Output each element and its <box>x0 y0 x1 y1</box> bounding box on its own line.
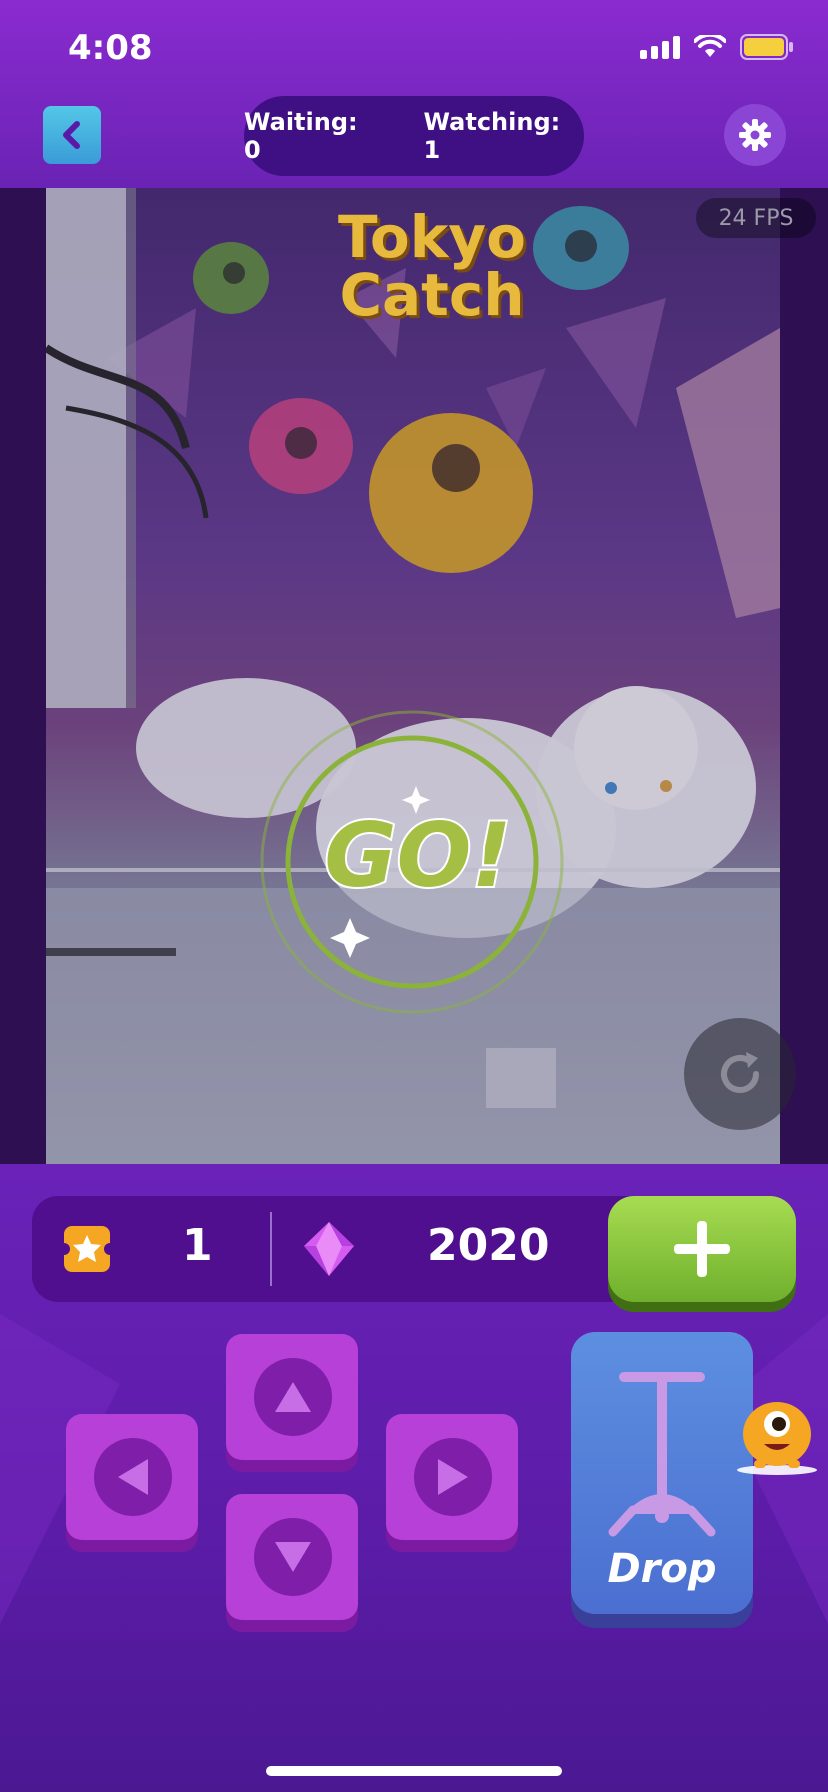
fps-badge: 24 FPS <box>696 198 816 238</box>
arrow-down-icon <box>275 1542 311 1572</box>
wallet-bar: 1 2020 <box>32 1196 796 1302</box>
back-button[interactable] <box>43 106 101 164</box>
refresh-camera-button[interactable] <box>684 1018 796 1130</box>
go-text: GO! <box>324 804 511 907</box>
add-currency-button[interactable] <box>608 1196 796 1302</box>
gem-icon <box>304 1222 354 1276</box>
gem-count: 2020 <box>427 1220 550 1271</box>
gear-icon <box>739 119 771 151</box>
status-time: 4:08 <box>68 28 153 68</box>
video-dim-overlay <box>46 188 780 1164</box>
controls-panel: 1 2020 Drop <box>0 1164 828 1792</box>
watching-count: Watching: 1 <box>423 108 561 164</box>
mascot-monster-icon <box>737 1402 817 1475</box>
status-icons <box>640 34 794 60</box>
claw-icon <box>608 1372 716 1537</box>
claw-machine-video: Tokyo Catch <box>46 188 780 1164</box>
plus-icon <box>674 1221 730 1277</box>
chevron-left-icon <box>63 121 80 149</box>
dpad-up-button[interactable] <box>226 1334 358 1460</box>
arrow-right-icon <box>438 1459 468 1495</box>
viewer-count-pill: Waiting: 0 Watching: 1 <box>244 96 584 176</box>
wifi-icon <box>694 35 726 59</box>
ticket-count: 1 <box>182 1220 213 1271</box>
dpad-left-button[interactable] <box>66 1414 198 1540</box>
cellular-signal-icon <box>640 35 680 59</box>
home-indicator[interactable] <box>266 1766 562 1776</box>
top-bar: 4:08 Waiting: 0 Watching: 1 <box>0 0 828 188</box>
go-countdown-overlay: GO! <box>260 710 564 1014</box>
dpad-right-button[interactable] <box>386 1414 518 1540</box>
arrow-left-icon <box>118 1459 148 1495</box>
battery-icon <box>740 34 794 60</box>
refresh-icon <box>721 1052 759 1093</box>
arrow-up-icon <box>275 1382 311 1412</box>
drop-button[interactable]: Drop <box>571 1332 753 1614</box>
wallet-divider <box>270 1212 272 1286</box>
drop-label: Drop <box>607 1546 717 1592</box>
dpad-down-button[interactable] <box>226 1494 358 1620</box>
star-ticket-icon <box>62 1226 112 1272</box>
live-stream-stage: Tokyo Catch 24 FPS GO! <box>0 188 828 1164</box>
settings-button[interactable] <box>724 104 786 166</box>
machine-logo: Tokyo Catch <box>338 203 526 329</box>
waiting-count: Waiting: 0 <box>244 108 358 164</box>
